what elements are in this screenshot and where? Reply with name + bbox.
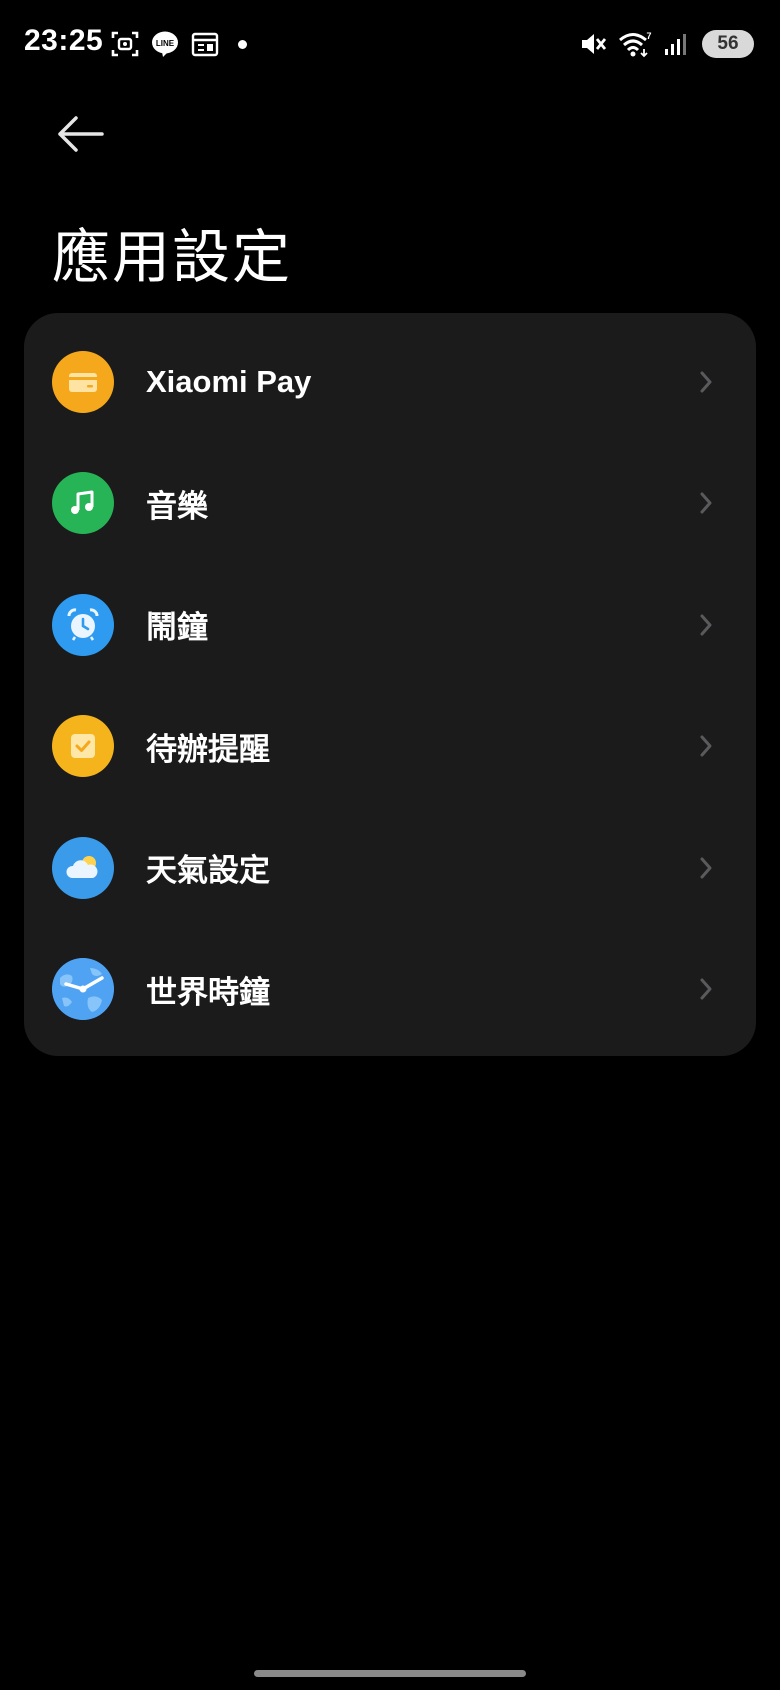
status-icons-left: LINE bbox=[110, 28, 247, 60]
settings-card: Xiaomi Pay 音樂 鬧鐘 待辦提醒 天氣設定 世界時鐘 bbox=[24, 313, 756, 1056]
line-app-icon: LINE bbox=[152, 31, 178, 57]
back-arrow-icon bbox=[58, 116, 104, 152]
calendar-news-icon bbox=[191, 32, 219, 57]
status-bar: 23:25 LINE 7 56 bbox=[0, 0, 780, 90]
settings-item-music[interactable]: 音樂 bbox=[24, 443, 756, 565]
back-button[interactable] bbox=[44, 104, 116, 164]
settings-item-xiaomi-pay[interactable]: Xiaomi Pay bbox=[24, 321, 756, 443]
settings-item-label: 音樂 bbox=[146, 488, 208, 525]
page-title: 應用設定 bbox=[52, 223, 293, 291]
settings-item-world-clock[interactable]: 世界時鐘 bbox=[24, 929, 756, 1051]
music-note-icon bbox=[52, 472, 114, 535]
settings-item-label: Xiaomi Pay bbox=[146, 363, 312, 399]
world-clock-icon bbox=[52, 958, 114, 1021]
todo-check-icon bbox=[52, 715, 114, 778]
mute-icon bbox=[582, 34, 607, 54]
chevron-right-icon bbox=[696, 367, 716, 397]
chevron-right-icon bbox=[696, 974, 716, 1004]
weather-cloud-icon bbox=[52, 836, 114, 899]
chevron-right-icon bbox=[696, 488, 716, 518]
wifi-icon: 7 bbox=[619, 31, 652, 58]
chevron-right-icon bbox=[696, 731, 716, 761]
notification-dot-icon bbox=[238, 39, 247, 49]
settings-item-todo[interactable]: 待辦提醒 bbox=[24, 686, 756, 808]
chevron-right-icon bbox=[696, 853, 716, 883]
chevron-right-icon bbox=[696, 610, 716, 640]
wallet-card-icon bbox=[52, 350, 114, 413]
svg-text:7: 7 bbox=[646, 31, 651, 41]
signal-icon bbox=[665, 34, 686, 55]
settings-item-label: 世界時鐘 bbox=[146, 974, 270, 1011]
alarm-clock-icon bbox=[52, 593, 114, 656]
settings-item-weather[interactable]: 天氣設定 bbox=[24, 807, 756, 929]
status-time: 23:25 bbox=[24, 24, 104, 57]
settings-item-label: 待辦提醒 bbox=[146, 731, 270, 768]
svg-text:LINE: LINE bbox=[156, 39, 175, 48]
screenshot-icon bbox=[111, 31, 139, 57]
battery-indicator: 56 bbox=[702, 30, 754, 58]
settings-item-label: 鬧鐘 bbox=[146, 610, 208, 647]
status-icons-right: 7 56 bbox=[578, 28, 754, 60]
home-indicator[interactable] bbox=[254, 1670, 526, 1677]
settings-item-alarm[interactable]: 鬧鐘 bbox=[24, 564, 756, 686]
settings-item-label: 天氣設定 bbox=[146, 853, 270, 890]
